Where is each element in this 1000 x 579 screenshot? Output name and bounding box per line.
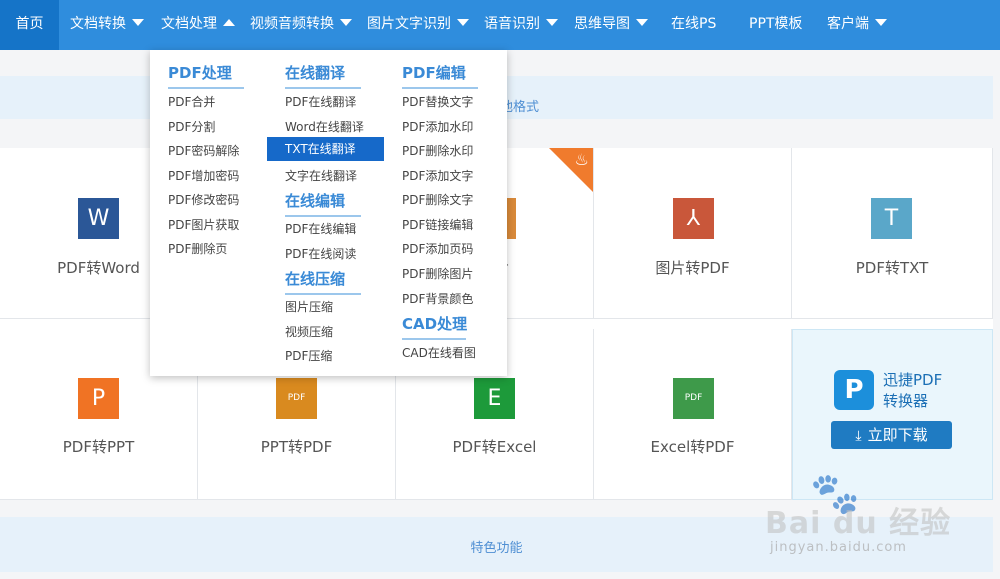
nav-ppt-template-label: PPT模板 <box>749 16 803 32</box>
excel-icon: E <box>474 378 515 419</box>
download-button[interactable]: ⤓ 立即下载 <box>831 421 952 449</box>
dd-item-image-compress[interactable]: 图片压缩 <box>285 298 333 315</box>
dd-item-text-translate[interactable]: 文字在线翻译 <box>285 167 357 184</box>
chevron-down-icon <box>132 19 144 26</box>
app-logo-icon: P <box>834 370 874 410</box>
dd-item-cad-viewer[interactable]: CAD在线看图 <box>402 344 476 361</box>
chevron-down-icon <box>340 19 352 26</box>
dd-item-pdf-extract-images[interactable]: PDF图片获取 <box>168 216 239 233</box>
word-icon: W <box>78 198 119 239</box>
dd-item-pdf-add-password[interactable]: PDF增加密码 <box>168 167 239 184</box>
nav-home[interactable]: 首页 <box>0 0 59 50</box>
nav-online-ps[interactable]: 在线PS <box>671 0 716 50</box>
flame-icon: ♨ <box>574 150 589 169</box>
dd-item-pdf-replace-text[interactable]: PDF替换文字 <box>402 93 473 110</box>
nav-av-convert-label: 视频音频转换 <box>250 16 334 32</box>
doc-process-dropdown: PDF处理 PDF合并 PDF分割 PDF密码解除 PDF增加密码 PDF修改密… <box>150 50 507 376</box>
dd-item-pdf-change-password[interactable]: PDF修改密码 <box>168 191 239 208</box>
nav-ocr-label: 图片文字识别 <box>367 16 451 32</box>
tile-label: PDF转PPT <box>62 438 135 456</box>
tile-label: PDF转TXT <box>855 259 929 277</box>
dd-head-pdf-process: PDF处理 <box>168 62 244 89</box>
dd-head-online-translate: 在线翻译 <box>285 62 361 89</box>
page: 首页 文档转换 文档处理 视频音频转换 图片文字识别 语音识别 思维导图 在线P… <box>0 0 1000 579</box>
nav-speech[interactable]: 语音识别 <box>484 0 558 50</box>
nav-home-label: 首页 <box>15 16 44 32</box>
nav-doc-process-label: 文档处理 <box>161 16 217 32</box>
tile-image-to-pdf[interactable]: ⅄ 图片转PDF <box>594 148 792 319</box>
ppt-to-pdf-icon: PDF <box>276 378 317 419</box>
nav-ocr[interactable]: 图片文字识别 <box>367 0 469 50</box>
nav-client-label: 客户端 <box>827 16 869 32</box>
dd-item-pdf-read[interactable]: PDF在线阅读 <box>285 245 356 262</box>
chevron-down-icon <box>457 19 469 26</box>
dd-item-pdf-add-text[interactable]: PDF添加文字 <box>402 167 473 184</box>
nav-mindmap-label: 思维导图 <box>574 16 630 32</box>
dd-item-pdf-add-page-number[interactable]: PDF添加页码 <box>402 240 473 257</box>
nav-ppt-template[interactable]: PPT模板 <box>749 0 802 50</box>
promo-name-line2: 转换器 <box>883 392 929 410</box>
dd-item-video-compress[interactable]: 视频压缩 <box>285 323 333 340</box>
watermark-url: jingyan.baidu.com <box>770 540 907 555</box>
tile-label: PPT转PDF <box>260 438 333 456</box>
download-button-label: 立即下载 <box>867 426 928 444</box>
dd-item-pdf-remove-watermark[interactable]: PDF删除水印 <box>402 142 473 159</box>
watermark-text: Bai du 经验 <box>765 506 952 541</box>
chevron-down-icon <box>636 19 648 26</box>
tile-label: Excel转PDF <box>650 438 735 456</box>
dd-item-pdf-translate[interactable]: PDF在线翻译 <box>285 93 356 110</box>
chevron-down-icon <box>546 19 558 26</box>
nav-av-convert[interactable]: 视频音频转换 <box>250 0 352 50</box>
nav-speech-label: 语音识别 <box>484 16 540 32</box>
chevron-up-icon <box>223 19 235 26</box>
nav-doc-convert-label: 文档转换 <box>70 16 126 32</box>
dd-item-pdf-background-color[interactable]: PDF背景颜色 <box>402 290 473 307</box>
dd-item-pdf-edit[interactable]: PDF在线编辑 <box>285 220 356 237</box>
dd-item-pdf-compress[interactable]: PDF压缩 <box>285 347 332 364</box>
dd-item-pdf-delete-text[interactable]: PDF删除文字 <box>402 191 473 208</box>
promo-name-line1: 迅捷PDF <box>883 371 943 389</box>
dd-item-word-translate[interactable]: Word在线翻译 <box>285 118 364 135</box>
txt-icon: T <box>871 198 912 239</box>
nav-doc-process[interactable]: 文档处理 <box>161 0 235 50</box>
download-icon: ⤓ <box>855 428 862 444</box>
excel-to-pdf-icon: PDF <box>673 378 714 419</box>
dd-head-online-compress: 在线压缩 <box>285 268 361 295</box>
dd-head-cad-process: CAD处理 <box>402 313 467 340</box>
ppt-icon: P <box>78 378 119 419</box>
top-navbar: 首页 文档转换 文档处理 视频音频转换 图片文字识别 语音识别 思维导图 在线P… <box>0 0 1000 50</box>
dd-item-pdf-delete-pages[interactable]: PDF删除页 <box>168 240 227 257</box>
nav-doc-convert[interactable]: 文档转换 <box>70 0 144 50</box>
dd-item-pdf-unlock[interactable]: PDF密码解除 <box>168 142 239 159</box>
dd-item-pdf-link-edit[interactable]: PDF链接编辑 <box>402 216 473 233</box>
tile-label: 图片转PDF <box>655 259 730 277</box>
tile-pdf-to-txt[interactable]: T PDF转TXT <box>792 148 993 319</box>
nav-online-ps-label: 在线PS <box>671 16 717 32</box>
tile-label: PDF转Excel <box>452 438 537 456</box>
nav-mindmap[interactable]: 思维导图 <box>574 0 648 50</box>
nav-client[interactable]: 客户端 <box>827 0 887 50</box>
dd-head-online-edit: 在线编辑 <box>285 190 361 217</box>
dd-item-pdf-split[interactable]: PDF分割 <box>168 118 215 135</box>
chevron-down-icon <box>875 19 887 26</box>
dd-item-pdf-merge[interactable]: PDF合并 <box>168 93 215 110</box>
dd-item-txt-translate[interactable]: TXT在线翻译 <box>267 137 384 161</box>
pdf-icon: ⅄ <box>673 198 714 239</box>
dd-head-pdf-edit: PDF编辑 <box>402 62 478 89</box>
baidu-watermark: 🐾 Bai du 经验 jingyan.baidu.com <box>760 470 990 570</box>
promo-app-name: 迅捷PDF 转换器 <box>883 370 963 412</box>
dd-item-pdf-add-watermark[interactable]: PDF添加水印 <box>402 118 473 135</box>
dd-item-pdf-delete-image[interactable]: PDF删除图片 <box>402 265 473 282</box>
